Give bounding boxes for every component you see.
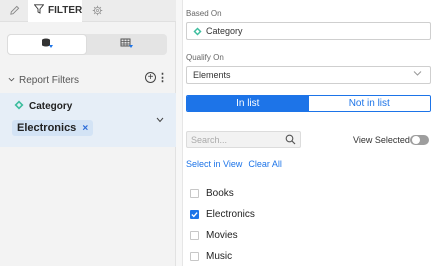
element-search-input[interactable]: Search... [186, 131, 301, 148]
not-in-list-button[interactable]: Not in list [308, 96, 430, 111]
attribute-diamond-icon [14, 100, 24, 113]
element-list-item[interactable]: Movies [190, 228, 238, 242]
based-on-field[interactable]: Category [186, 22, 431, 40]
funnel-icon [33, 3, 45, 17]
in-list-button[interactable]: In list [187, 96, 309, 111]
search-placeholder: Search... [191, 134, 228, 145]
checkmark-icon [191, 211, 198, 217]
filter-attribute: Category [14, 100, 72, 113]
based-on-value: Category [206, 26, 243, 36]
pencil-icon[interactable] [4, 0, 24, 21]
qualify-on-select[interactable]: Elements [186, 66, 431, 84]
qualify-on-value: Elements [193, 70, 231, 80]
switch-knob [412, 136, 420, 144]
element-checkbox[interactable] [190, 188, 199, 198]
based-on-label: Based On [186, 9, 222, 18]
chip-label: Electronics [17, 122, 77, 134]
element-list-item[interactable]: Music [190, 249, 232, 263]
list-mode-toggle: In list Not in list [186, 95, 431, 112]
select-in-view-link[interactable]: Select in View [186, 159, 242, 169]
database-filter-icon [40, 38, 54, 52]
element-checkbox[interactable] [190, 251, 199, 261]
chevron-down-icon [413, 70, 422, 79]
qualify-on-label: Qualify On [186, 53, 224, 62]
tab-filter-label: FILTER [48, 4, 83, 16]
selection-links: Select in View Clear All [186, 159, 282, 169]
editor-edge [176, 0, 183, 266]
element-label: Movies [206, 229, 238, 241]
tab-filter[interactable]: FILTER [28, 0, 82, 22]
element-label: Electronics [206, 208, 255, 220]
remove-chip-icon[interactable]: × [82, 123, 88, 134]
element-checkbox[interactable] [190, 209, 199, 219]
element-list-item[interactable]: Books [190, 186, 234, 200]
report-filters-title: Report Filters [19, 74, 80, 86]
gear-icon[interactable] [88, 0, 106, 21]
view-selected-label: View Selected [353, 135, 410, 145]
attribute-diamond-icon [193, 26, 202, 36]
element-list-item[interactable]: Electronics [190, 207, 255, 221]
view-selected-switch[interactable] [410, 135, 429, 145]
filter-panel: FILTER Report Filters + ⋮ Category Elect… [0, 0, 176, 266]
chevron-down-icon [8, 75, 15, 86]
attribute-filter-toggle[interactable] [7, 34, 87, 55]
clear-all-link[interactable]: Clear All [248, 159, 282, 169]
element-label: Books [206, 187, 234, 199]
filter-attribute-name: Category [29, 101, 73, 112]
search-icon [285, 134, 296, 147]
element-checkbox[interactable] [190, 230, 199, 240]
element-label: Music [206, 250, 233, 262]
filter-type-toggle [7, 34, 167, 55]
panel-tab-bar: FILTER [0, 0, 176, 22]
collapse-card-icon[interactable] [156, 115, 164, 125]
metric-filter-toggle[interactable] [87, 34, 167, 55]
category-filter-card[interactable]: Category Electronics × [0, 93, 176, 147]
report-filters-header[interactable]: Report Filters + ⋮ [8, 71, 170, 87]
add-filter-button[interactable]: + [145, 72, 156, 83]
grid-filter-icon [120, 38, 134, 52]
selected-element-chip: Electronics × [12, 120, 94, 136]
more-options-icon[interactable]: ⋮ [157, 71, 168, 84]
